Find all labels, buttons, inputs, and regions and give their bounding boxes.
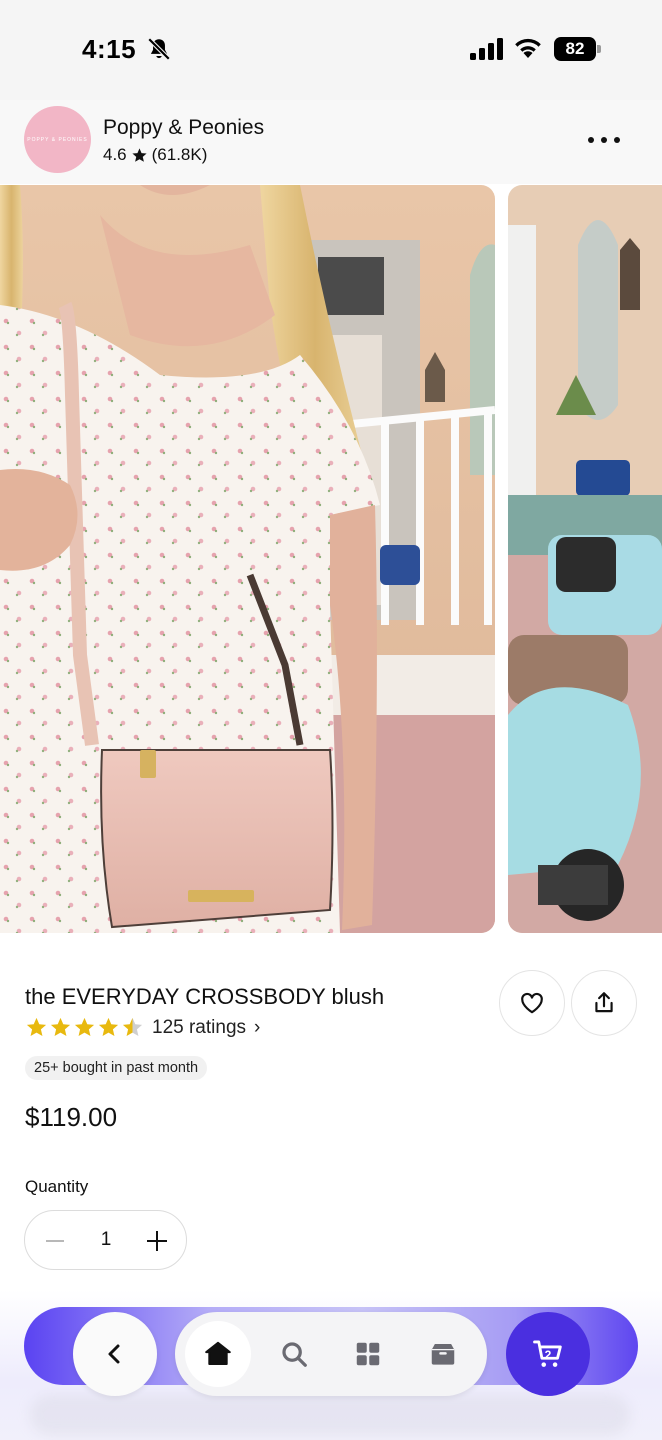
cart-button[interactable]: 2 — [506, 1312, 590, 1396]
decrease-quantity-button[interactable] — [39, 1225, 71, 1257]
star-rating — [25, 1016, 144, 1039]
heart-icon — [521, 992, 543, 1014]
shop-rating-value: 4.6 — [103, 145, 127, 164]
star-icon — [74, 1017, 95, 1037]
shop-header: POPPY & PEONIES Poppy & Peonies 4.6 (61.… — [0, 100, 662, 184]
nav-tabs — [175, 1312, 487, 1396]
quantity-label: Quantity — [25, 1177, 89, 1196]
quantity-stepper: 1 — [24, 1210, 187, 1270]
more-icon — [588, 137, 594, 143]
battery-level: 82 — [565, 39, 585, 58]
back-button[interactable] — [73, 1312, 157, 1396]
star-icon — [50, 1017, 71, 1037]
wifi-icon — [515, 38, 541, 58]
chevron-right-icon: › — [254, 1016, 261, 1038]
shop-rating: 4.6 (61.8K) — [103, 145, 207, 165]
search-icon — [282, 1342, 307, 1367]
shop-avatar[interactable]: POPPY & PEONIES — [24, 106, 91, 173]
product-price: $119.00 — [25, 1102, 118, 1132]
star-icon — [132, 147, 147, 162]
minus-icon — [46, 1240, 64, 1242]
status-bar: 4:15 82 — [0, 0, 662, 100]
product-rating-link[interactable]: 125 ratings › — [25, 1016, 260, 1039]
product-photo-next[interactable] — [508, 185, 662, 933]
shop-name[interactable]: Poppy & Peonies — [103, 116, 264, 140]
quantity-value: 1 — [100, 1229, 112, 1250]
star-icon — [98, 1017, 119, 1037]
cart-count-badge: 2 — [544, 1348, 552, 1362]
box-icon — [431, 1344, 455, 1365]
share-icon — [595, 992, 613, 1013]
tab-categories[interactable] — [335, 1321, 401, 1387]
bought-badge: 25+ bought in past month — [25, 1056, 208, 1080]
more-options-button[interactable] — [586, 128, 622, 152]
star-icon — [122, 1017, 143, 1037]
share-button[interactable] — [571, 970, 637, 1036]
tab-search[interactable] — [261, 1321, 327, 1387]
ratings-count: 125 ratings — [152, 1016, 247, 1038]
chevron-left-icon — [108, 1344, 120, 1364]
shop-review-count: (61.8K) — [151, 145, 208, 164]
product-title: the EVERYDAY CROSSBODY blush — [25, 984, 385, 1009]
product-photo-main[interactable] — [0, 185, 495, 933]
nav-shadow — [30, 1395, 630, 1435]
grid-icon — [356, 1342, 380, 1366]
signal-icon — [470, 38, 503, 60]
increase-quantity-button[interactable] — [141, 1225, 173, 1257]
tab-home[interactable] — [185, 1321, 251, 1387]
bell-off-icon — [147, 37, 171, 61]
favorite-button[interactable] — [499, 970, 565, 1036]
status-time: 4:15 — [82, 34, 137, 64]
shop-avatar-text: POPPY & PEONIES — [27, 136, 88, 143]
tab-orders[interactable] — [410, 1321, 476, 1387]
home-icon — [205, 1341, 231, 1365]
star-icon — [26, 1017, 47, 1037]
battery-icon: 82 — [554, 37, 602, 61]
